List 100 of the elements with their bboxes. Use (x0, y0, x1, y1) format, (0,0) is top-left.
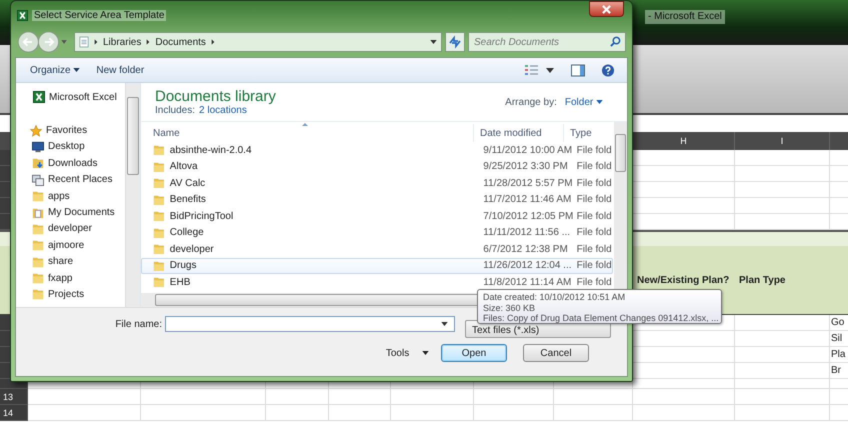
folder-icon (153, 160, 165, 173)
address-bar[interactable]: Libraries Documents (74, 32, 442, 52)
nav-item[interactable]: ajmoore (48, 240, 84, 251)
file-name-label: File name: (114, 318, 162, 330)
date-modified: 9/25/2012 3:30 PM (482, 161, 569, 172)
folder-icon (32, 190, 44, 202)
folder-icon (153, 260, 165, 272)
row-header: 13 (0, 389, 28, 405)
selected-row[interactable]: Drugs 11/26/2012 12:04 ... File fold (141, 258, 613, 274)
file-name[interactable]: AV Calc (170, 178, 480, 189)
file-type: File fold (576, 210, 612, 222)
folder-icon (153, 243, 165, 256)
organize-menu[interactable]: Organize (30, 64, 80, 76)
scrollbar[interactable] (125, 83, 140, 307)
nav-item[interactable]: Recent Places (48, 174, 112, 186)
dialog-title: Select Service Area Template (32, 10, 166, 21)
file-type: File fold (576, 178, 612, 189)
locations-link[interactable]: 2 locations (199, 105, 247, 116)
caret-icon[interactable] (73, 68, 80, 72)
folder-icon (153, 144, 165, 156)
row-header: 14 (0, 405, 28, 421)
new-folder-button[interactable]: New folder (96, 64, 144, 76)
grid-cell (329, 389, 391, 405)
open-button[interactable]: Open (441, 344, 507, 362)
file-name-field[interactable] (165, 316, 455, 332)
breadcrumb-item[interactable]: Documents (155, 36, 206, 48)
file-name[interactable]: College (170, 227, 480, 238)
file-type: File fold (576, 227, 612, 238)
download-folder-icon (32, 157, 44, 170)
folder-icon (153, 177, 165, 190)
search-icon (610, 36, 621, 47)
file-name[interactable]: BidPricingTool (170, 210, 480, 222)
arrange-by-dropdown[interactable]: Folder (564, 96, 603, 108)
arrange-by-label: Arrange by: (505, 96, 557, 108)
close-button[interactable] (589, 1, 624, 17)
breadcrumb-item[interactable]: Libraries (103, 36, 142, 48)
table-cell: Sil (830, 331, 848, 347)
table-header: New/Existing Plan? (637, 274, 730, 286)
refresh-icon[interactable] (445, 32, 465, 52)
nav-item[interactable]: Desktop (48, 141, 85, 152)
document-folder-icon (32, 206, 44, 219)
folder-icon (153, 210, 165, 222)
caret-icon[interactable] (422, 350, 429, 355)
table-cell: Go (830, 315, 848, 331)
nav-item[interactable]: fxapp (48, 272, 72, 284)
tooltip-text: Size: 360 KB (483, 302, 536, 313)
nav-item[interactable]: Microsoft Excel (49, 92, 117, 103)
file-type: File fold (576, 244, 612, 255)
grid-cell (266, 405, 329, 421)
file-name[interactable]: Benefits (170, 194, 480, 206)
includes-label: Includes: (155, 105, 196, 116)
recent-places-icon (32, 174, 44, 186)
file-name[interactable]: developer (170, 244, 480, 255)
file-name[interactable]: EHB (170, 276, 480, 288)
nav-item[interactable]: share (48, 256, 74, 268)
date-modified: 11/8/2012 11:14 AM (482, 276, 572, 288)
nav-item[interactable]: Projects (48, 288, 84, 300)
caret-icon[interactable] (596, 100, 603, 104)
spreadsheet-icon (33, 91, 45, 104)
chevron-icon[interactable] (146, 39, 150, 45)
help-icon[interactable] (601, 64, 615, 76)
folder-icon (32, 288, 44, 300)
folder-icon (153, 276, 165, 288)
cancel-button[interactable]: Cancel (523, 344, 589, 362)
folder-icon (32, 239, 44, 252)
grid-cell (329, 405, 391, 421)
view-options-icon[interactable] (525, 64, 555, 76)
folder-icon (153, 194, 165, 206)
window-title: - Microsoft Excel (645, 10, 725, 24)
spreadsheet-icon (17, 10, 28, 21)
file-name[interactable]: Drugs (170, 260, 480, 272)
file-name[interactable]: Altova (170, 161, 480, 172)
file-type: File fold (576, 194, 612, 206)
file-type: File fold (576, 260, 612, 272)
column-header[interactable]: Date modified (473, 124, 563, 142)
file-type: File fold (576, 161, 612, 172)
nav-item[interactable]: Downloads (48, 158, 98, 169)
date-modified: 11/7/2012 11:46 AM (482, 194, 572, 206)
chevron-icon[interactable] (94, 39, 98, 45)
tools-menu[interactable]: Tools (386, 348, 429, 358)
close-icon[interactable] (602, 4, 611, 14)
preview-pane-icon[interactable] (571, 64, 585, 76)
library-title: Documents library (155, 88, 276, 105)
chevron-icon[interactable] (210, 39, 215, 45)
folder-icon (153, 226, 165, 239)
nav-item[interactable]: My Documents (48, 207, 115, 218)
monitor-icon (32, 140, 44, 153)
table-cell: Pla (830, 347, 848, 363)
date-modified: 11/26/2012 12:04 ... (482, 260, 573, 272)
dropdown-arrow-icon[interactable] (430, 40, 437, 44)
dropdown-arrow-icon[interactable] (441, 322, 448, 326)
sort-arrow-icon (302, 123, 308, 126)
nav-item[interactable]: apps (48, 190, 70, 202)
date-modified: 11/28/2012 5:57 PM (482, 178, 574, 189)
tooltip-text: Date created: 10/10/2012 10:51 AM (483, 292, 626, 302)
table-cell: Br (830, 363, 848, 379)
grid-cell (266, 389, 329, 405)
search-field[interactable]: Search Documents (468, 32, 626, 52)
folder-icon (32, 222, 44, 235)
nav-item[interactable]: developer (48, 223, 92, 234)
